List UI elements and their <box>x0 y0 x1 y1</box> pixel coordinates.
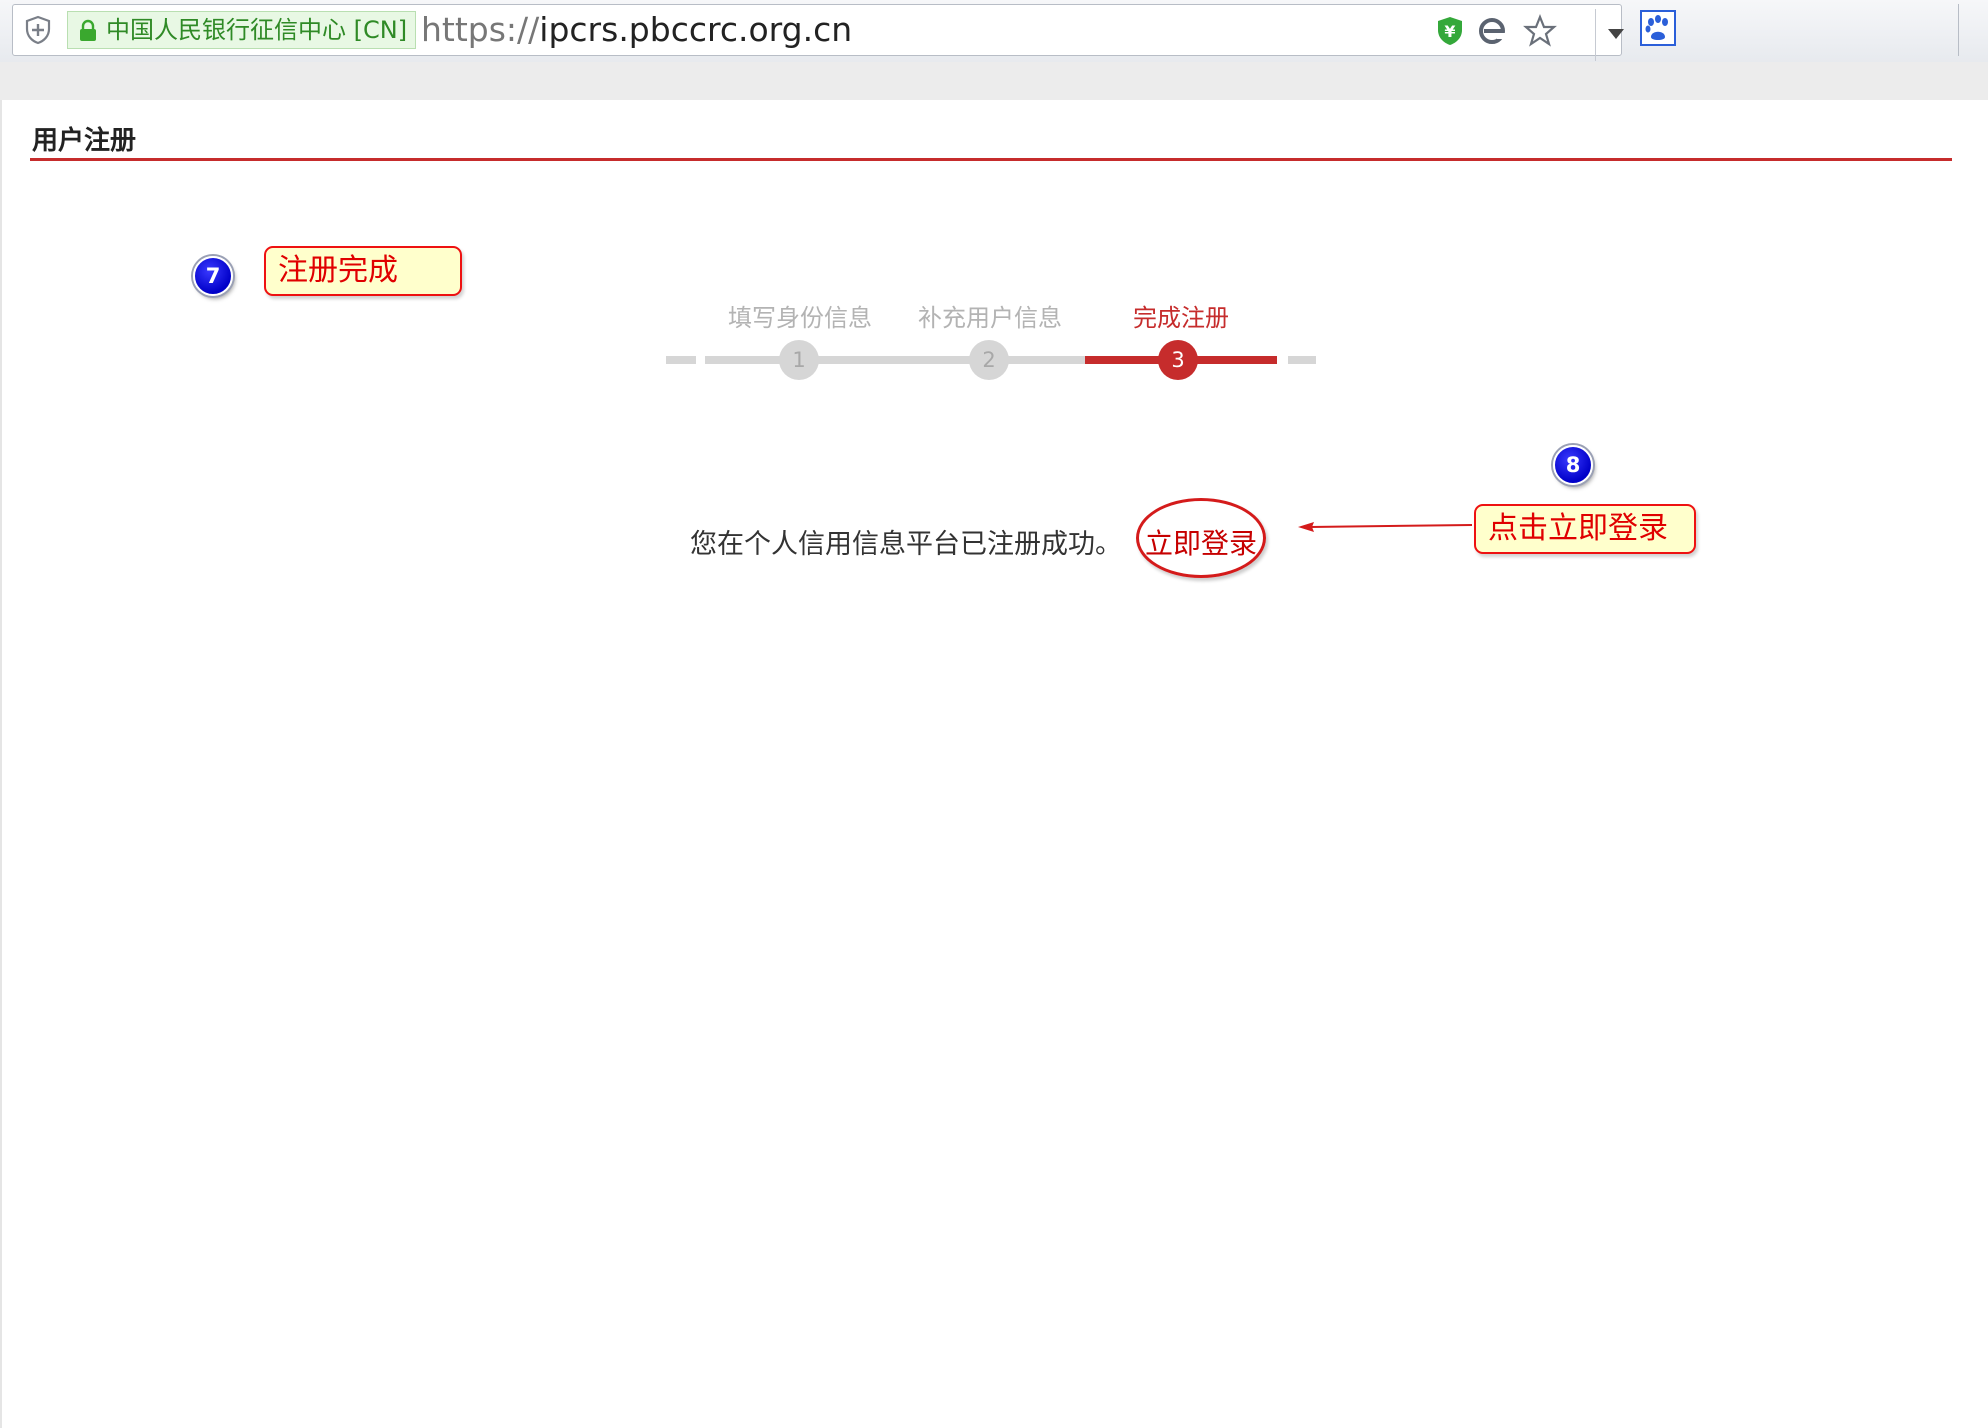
bookmarks-strip <box>0 62 1988 102</box>
step-dot-2: 2 <box>969 340 1009 380</box>
address-bar[interactable]: 中国人民银行征信中心 [CN] https://ipcrs.pbccrc.org… <box>12 4 1624 61</box>
shield-icon[interactable] <box>23 15 53 45</box>
step-label-3: 完成注册 <box>1133 304 1229 332</box>
step-dot-1: 1 <box>779 340 819 380</box>
success-message: 您在个人信用信息平台已注册成功。 <box>690 529 1122 560</box>
annotation-highlight-ring <box>1136 498 1266 578</box>
step-label-1: 填写身份信息 <box>728 304 872 332</box>
url-text[interactable]: https://ipcrs.pbccrc.org.cn <box>421 9 852 51</box>
annotation-arrow <box>1298 522 1473 532</box>
dropdown-icon <box>1608 29 1624 39</box>
page-title: 用户注册 <box>32 126 137 156</box>
lock-icon <box>80 19 96 41</box>
star-icon[interactable] <box>1523 14 1557 48</box>
svg-text:¥: ¥ <box>1444 22 1455 41</box>
annotation-callout-8: 点击立即登录 <box>1474 504 1696 554</box>
step-track-start <box>666 356 696 364</box>
site-identity-label: 中国人民银行征信中心 [CN] <box>106 16 408 44</box>
annotation-badge-7: 7 <box>193 256 233 296</box>
toolbar-edge <box>1958 4 1988 56</box>
site-identity-badge[interactable]: 中国人民银行征信中心 [CN] <box>67 11 417 49</box>
ie-icon[interactable] <box>1475 14 1509 48</box>
step-label-2: 补充用户信息 <box>918 304 1062 332</box>
step-track-inactive <box>705 356 1085 364</box>
security-shield-icon[interactable]: ¥ <box>1433 14 1467 48</box>
url-host: ipcrs.pbccrc.org.cn <box>539 10 853 49</box>
dropdown-button[interactable] <box>1595 9 1635 61</box>
url-scheme: https:// <box>421 10 540 49</box>
annotation-callout-7: 注册完成 <box>264 246 462 296</box>
baidu-paw-icon[interactable] <box>1640 10 1676 46</box>
step-dot-3: 3 <box>1158 340 1198 380</box>
annotation-badge-8: 8 <box>1553 445 1593 485</box>
title-divider <box>30 158 1952 161</box>
step-track-end <box>1288 356 1316 364</box>
